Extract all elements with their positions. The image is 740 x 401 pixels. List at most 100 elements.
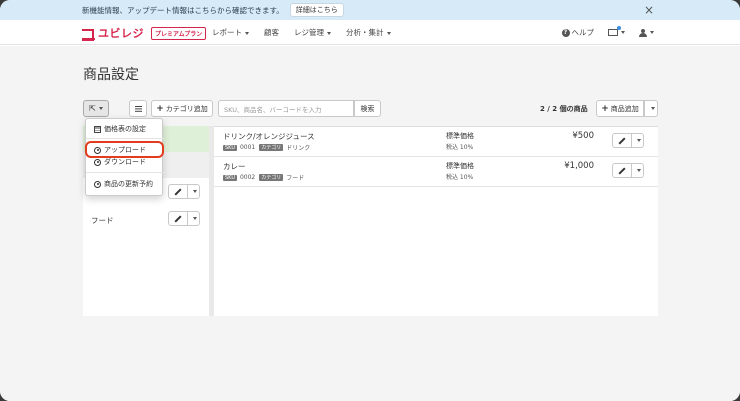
notice-text: 新機能情報、アップデート情報はこちらから確認できます。 [82, 5, 284, 15]
menu-item-label: レジ管理 [294, 28, 324, 37]
category-actions [168, 184, 200, 199]
price-label: 標準価格 [446, 132, 474, 140]
chevron-down-icon [650, 107, 655, 110]
product-options-button[interactable] [632, 163, 644, 178]
mail-icon [608, 26, 621, 36]
chevron-down-icon [621, 31, 625, 34]
logo[interactable]: ユビレジ プレミアムプラン [82, 25, 207, 41]
pencil-icon [175, 216, 181, 222]
sku-tag: SKU [223, 174, 237, 181]
notice-bar: 新機能情報、アップデート情報はこちらから確認できます。 詳細はこちら × [0, 0, 740, 20]
pencil-icon [619, 168, 625, 174]
price-label: 標準価格 [446, 162, 474, 170]
notifications-menu[interactable] [608, 26, 625, 36]
product-count: 2 / 2 個の商品 [540, 105, 588, 113]
product-row[interactable]: カレー SKU 0002 カテゴリ フード 標準価格 税込 10% ¥1,000 [214, 157, 658, 187]
category-options-button[interactable] [188, 211, 200, 226]
edit-category-button[interactable] [168, 211, 188, 226]
menu-item-label: 分析・集計 [346, 28, 384, 37]
menu-item-label: ダウンロード [104, 158, 146, 166]
chevron-down-icon [193, 190, 197, 193]
upload-highlight-annotation [85, 141, 164, 158]
download-icon [94, 158, 101, 166]
product-name: カレー [223, 162, 246, 171]
logo-text: ユビレジ [98, 27, 144, 40]
menu-item-analytics[interactable]: 分析・集計 [346, 27, 391, 38]
add-category-label: カテゴリ追加 [165, 104, 208, 113]
chevron-down-icon [98, 107, 103, 110]
menu-item-scheduled-update[interactable]: 商品の更新予約 [94, 179, 153, 189]
menu-item-download[interactable]: ダウンロード [94, 157, 146, 167]
help-link[interactable]: ? ヘルプ [561, 27, 595, 38]
user-menu[interactable] [639, 28, 654, 37]
chevron-down-icon [386, 31, 391, 35]
clock-icon [94, 180, 101, 188]
import-export-button[interactable]: ⇱ [83, 100, 109, 117]
chevron-down-icon [650, 31, 654, 34]
list-icon [134, 105, 142, 112]
plus-icon: + [601, 103, 609, 114]
pencil-icon [175, 189, 181, 195]
product-actions [612, 133, 644, 148]
chevron-down-icon [327, 31, 331, 35]
dropdown-divider [86, 138, 164, 139]
edit-product-button[interactable] [612, 163, 632, 178]
product-sku: 0001 [239, 144, 256, 151]
menu-item-label: 商品の更新予約 [104, 180, 153, 188]
menu-item-report[interactable]: レポート [212, 27, 249, 38]
add-product-button[interactable]: + 商品追加 [596, 100, 644, 117]
product-options-button[interactable] [632, 133, 644, 148]
edit-category-button[interactable] [168, 184, 188, 199]
product-meta: SKU 0001 カテゴリ ドリンク [223, 143, 310, 152]
export-icon: ⇱ [89, 104, 96, 113]
product-name: ドリンク/オレンジジュース [223, 132, 315, 141]
product-category: ドリンク [286, 145, 311, 152]
add-product-label: 商品追加 [610, 104, 639, 113]
chevron-down-icon [637, 139, 641, 142]
menu-item-label: 価格表の設定 [104, 125, 146, 133]
product-sku: 0002 [239, 174, 256, 181]
menu-item-price-table[interactable]: 価格表の設定 [94, 124, 146, 134]
menu-item-customers[interactable]: 顧客 [264, 27, 279, 38]
menu-item-label: レポート [212, 28, 242, 37]
tax-label: 税込 10% [446, 144, 474, 151]
chevron-down-icon [193, 217, 197, 220]
close-icon[interactable]: × [644, 3, 654, 17]
main-menu: レポート 顧客 レジ管理 分析・集計 [212, 20, 406, 45]
product-actions [612, 163, 644, 178]
plus-icon: + [156, 103, 164, 114]
add-category-button[interactable]: + カテゴリ追加 [151, 100, 213, 117]
dropdown-divider [86, 172, 164, 173]
product-category: フード [286, 175, 305, 182]
search-input[interactable]: SKU、商品名、バーコードを入力 [218, 100, 354, 117]
chevron-down-icon [245, 31, 249, 35]
edit-product-button[interactable] [612, 133, 632, 148]
list-view-button[interactable] [129, 100, 147, 117]
category-name[interactable]: フード [91, 215, 114, 226]
help-label: ヘルプ [571, 28, 595, 37]
sku-tag: SKU [223, 144, 237, 151]
chevron-down-icon [637, 169, 641, 172]
add-product-options-button[interactable] [644, 100, 658, 117]
product-row[interactable]: ドリンク/オレンジジュース SKU 0001 カテゴリ ドリンク 標準価格 税込… [214, 127, 658, 157]
pencil-icon [619, 138, 625, 144]
page-title: 商品設定 [83, 67, 139, 83]
product-list: ドリンク/オレンジジュース SKU 0001 カテゴリ ドリンク 標準価格 税込… [214, 126, 658, 316]
app-window: 新機能情報、アップデート情報はこちらから確認できます。 詳細はこちら × ユビレ… [0, 0, 740, 401]
search-button[interactable]: 検索 [354, 100, 381, 117]
help-icon: ? [561, 28, 570, 37]
top-navigation: ユビレジ プレミアムプラン レポート 顧客 レジ管理 分析・集計 ? ヘルプ [0, 20, 740, 45]
product-price: ¥500 [572, 131, 594, 141]
main-content: 商品設定 ⇱ + カテゴリ追加 SKU、商品名、バーコードを入力 検索 2 / 2… [0, 46, 740, 401]
product-meta: SKU 0002 カテゴリ フード [223, 173, 304, 182]
menu-item-register[interactable]: レジ管理 [294, 27, 331, 38]
notice-detail-button[interactable]: 詳細はこちら [289, 3, 344, 17]
user-icon [639, 28, 647, 37]
table-icon [94, 125, 101, 133]
category-options-button[interactable] [188, 184, 200, 199]
category-tag: カテゴリ [259, 144, 284, 151]
unread-dot-icon [617, 26, 621, 30]
tax-label: 税込 10% [446, 174, 474, 181]
category-actions [168, 211, 200, 226]
right-navigation: ? ヘルプ [548, 20, 654, 45]
